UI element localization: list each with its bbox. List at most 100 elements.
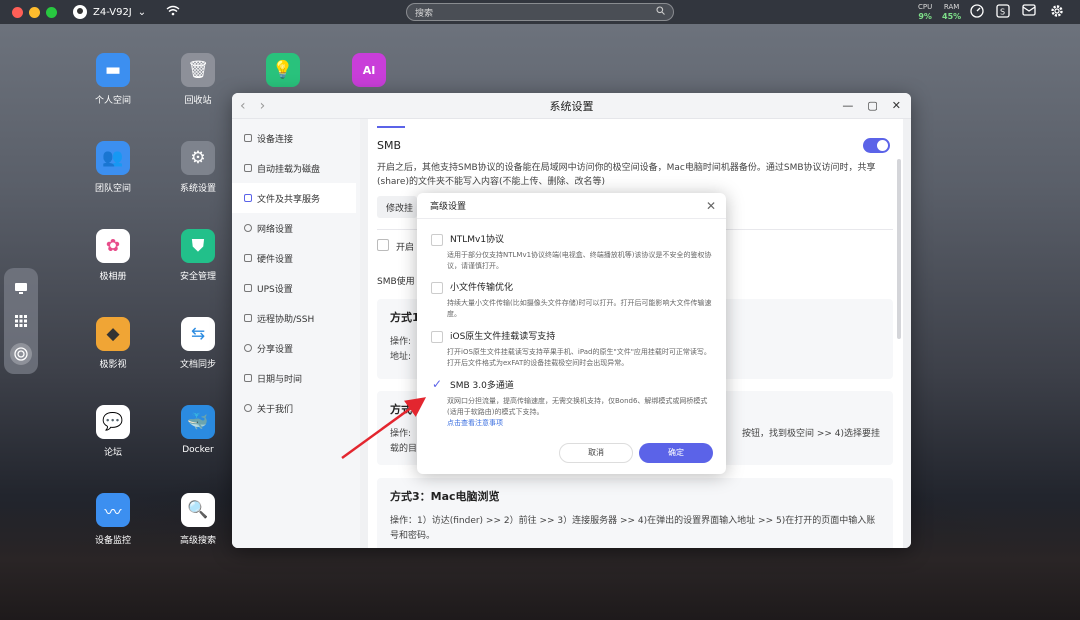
sidebar-item-network[interactable]: 网络设置 <box>232 213 360 243</box>
app-label: 极相册 <box>99 272 127 282</box>
gauge-icon[interactable] <box>969 4 985 20</box>
method-3-text: 操作：1）访达(finder) >> 2）前往 >> 3）连接服务器 >> 4)… <box>390 516 876 541</box>
user-icon <box>73 5 87 19</box>
settings-gear-icon: ⚙ <box>181 141 215 175</box>
sidebar-item-share[interactable]: 分享设置 <box>232 333 360 363</box>
enable-checkbox[interactable] <box>377 239 389 251</box>
option-ntlmv1: NTLMv1协议 适用于部分仅支持NTLMv1协议终端(电视盒、终端播放机等)该… <box>431 234 714 272</box>
device-menu[interactable]: Z4-V92J ⌄ <box>73 5 146 19</box>
cpu-stat: CPU 9% <box>918 3 932 21</box>
option-title: iOS原生文件挂载读写支持 <box>450 332 556 342</box>
folder-icon: ▬ <box>96 53 130 87</box>
app-label: 团队空间 <box>94 184 131 194</box>
sidebar-item-ups[interactable]: UPS设置 <box>232 273 360 303</box>
app-label: Docker <box>182 445 214 455</box>
person-icon <box>244 404 252 412</box>
minimize-icon[interactable]: — <box>842 99 853 112</box>
method-3-title: 方式3：Mac电脑浏览 <box>390 490 500 503</box>
option-smb3-multichannel: ✓ SMB 3.0多通道 双网口分担流量，提高传输速度，无需交换机支持，仅Bon… <box>431 377 714 429</box>
team-icon: 👥 <box>96 141 130 175</box>
sidebar-item-label: 硬件设置 <box>257 254 294 265</box>
app-doc-sync[interactable]: ⇆ 文档同步 <box>158 317 238 370</box>
notes-link[interactable]: 点击查看注意事项 <box>447 418 714 429</box>
method-3-card: 方式3：Mac电脑浏览 操作：1）访达(finder) >> 2）前往 >> 3… <box>377 478 893 548</box>
app-tips[interactable]: 💡 <box>243 53 323 93</box>
ntlmv1-checkbox[interactable] <box>431 234 443 246</box>
app-system-settings[interactable]: ⚙ 系统设置 <box>158 141 238 194</box>
docker-icon: 🐳 <box>181 405 215 439</box>
svg-text:S: S <box>1000 8 1005 17</box>
small-file-checkbox[interactable] <box>431 282 443 294</box>
checkmark-icon[interactable]: ✓ <box>432 377 442 391</box>
close-dot[interactable] <box>12 6 23 18</box>
grid-icon[interactable] <box>10 310 32 332</box>
ios-mount-checkbox[interactable] <box>431 331 443 343</box>
terminal-icon <box>244 314 252 322</box>
app-device-monitor[interactable]: 〰 设备监控 <box>73 493 153 546</box>
close-icon[interactable]: ✕ <box>892 99 901 112</box>
flower-icon: ✿ <box>96 229 130 263</box>
storage-icon[interactable]: S <box>995 4 1011 20</box>
disk-icon <box>244 164 252 172</box>
modify-mount-button[interactable]: 修改挂 <box>377 196 417 218</box>
ok-button[interactable]: 确定 <box>639 443 713 463</box>
method-2-line1: 操作: <box>390 429 412 439</box>
app-recycle-bin[interactable]: 🗑 回收站 <box>158 53 238 106</box>
search-input[interactable]: 搜索 <box>406 3 674 21</box>
app-advanced-search[interactable]: 🔍 高级搜索 <box>158 493 238 546</box>
target-icon[interactable] <box>10 342 32 365</box>
close-icon[interactable]: ✕ <box>706 199 716 213</box>
option-title: NTLMv1协议 <box>450 235 505 245</box>
sidebar-item-label: 自动挂载为磁盘 <box>257 164 321 175</box>
sidebar-item-hardware[interactable]: 硬件设置 <box>232 243 360 273</box>
sidebar-item-label: UPS设置 <box>257 284 293 295</box>
app-label: 设备监控 <box>94 536 131 546</box>
scrollbar[interactable] <box>897 159 901 339</box>
app-ai[interactable]: AI <box>329 53 409 93</box>
maximize-icon[interactable]: ▢ <box>867 99 877 112</box>
sidebar-item-label: 网络设置 <box>257 224 294 235</box>
sidebar-item-auto-mount[interactable]: 自动挂载为磁盘 <box>232 153 360 183</box>
sidebar-item-file-sharing[interactable]: 文件及共享服务 <box>232 183 356 213</box>
app-photos[interactable]: ✿ 极相册 <box>73 229 153 282</box>
cancel-button[interactable]: 取消 <box>559 443 633 463</box>
app-security[interactable]: ⛊ 安全管理 <box>158 229 238 282</box>
app-forum[interactable]: 💬 论坛 <box>73 405 153 458</box>
cpu-label: CPU <box>918 3 933 11</box>
app-label: 高级搜索 <box>179 536 216 546</box>
smb-usage-heading: SMB使用 <box>377 277 415 287</box>
chat-icon: 💬 <box>96 405 130 439</box>
magnifier-icon: 🔍 <box>181 493 215 527</box>
traffic-lights <box>12 6 57 18</box>
mail-icon[interactable] <box>1021 4 1037 20</box>
option-title: 小文件传输优化 <box>450 283 514 293</box>
sidebar-item-label: 关于我们 <box>257 404 294 415</box>
monitor-icon[interactable] <box>10 277 32 299</box>
gear-icon[interactable] <box>1049 4 1065 20</box>
maximize-dot[interactable] <box>46 6 57 18</box>
sidebar-item-remote-ssh[interactable]: 远程协助/SSH <box>232 303 360 333</box>
sidebar-item-label: 分享设置 <box>257 344 294 355</box>
sidebar-item-datetime[interactable]: 日期与时间 <box>232 363 360 393</box>
method-2-line1-tail: 按钮，找到极空间 >> 4)选择要挂 <box>741 429 880 439</box>
sidebar-item-label: 文件及共享服务 <box>257 194 321 205</box>
app-team-space[interactable]: 👥 团队空间 <box>73 141 153 194</box>
search-placeholder: 搜索 <box>415 8 434 19</box>
battery-icon <box>244 284 252 292</box>
link-icon <box>244 134 252 142</box>
smb-toggle[interactable] <box>863 138 890 153</box>
minimize-dot[interactable] <box>29 6 40 18</box>
dialog-header: 高级设置 ✕ <box>417 193 726 219</box>
app-personal-space[interactable]: ▬ 个人空间 <box>73 53 153 106</box>
app-docker[interactable]: 🐳 Docker <box>158 405 238 455</box>
search-icon <box>656 6 665 18</box>
tab-indicator <box>377 126 405 128</box>
sidebar-item-about[interactable]: 关于我们 <box>232 393 360 423</box>
lightbulb-icon: 💡 <box>266 53 300 87</box>
sidebar-item-label: 设备连接 <box>257 134 294 145</box>
sidebar-item-device-connection[interactable]: 设备连接 <box>232 123 360 153</box>
option-desc: 双网口分担流量，提高传输速度，无需交换机支持，仅Bond6、解绑模式或网桥模式(… <box>447 397 708 416</box>
app-video[interactable]: ◆ 极影视 <box>73 317 153 370</box>
wifi-icon[interactable] <box>166 5 180 19</box>
share-icon <box>244 344 252 352</box>
